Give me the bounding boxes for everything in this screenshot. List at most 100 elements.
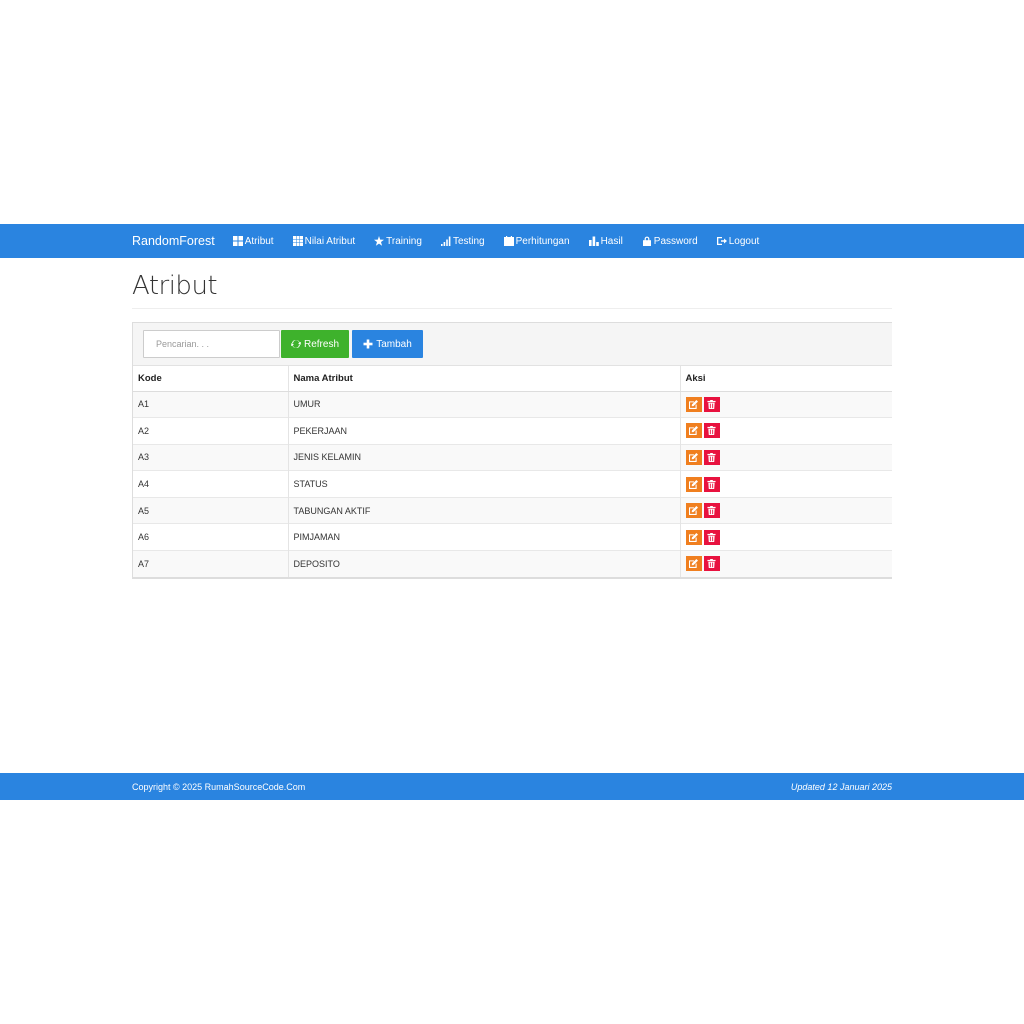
edit-button[interactable]	[685, 529, 702, 545]
trash-icon	[707, 452, 716, 462]
trash-icon	[707, 532, 716, 542]
cell-aksi	[680, 496, 892, 524]
nav-item-label: Password	[653, 235, 698, 247]
nav-item-label: Perhitungan	[515, 235, 570, 247]
footer-updated: Updated 12 Januari 2025	[790, 782, 892, 792]
nav-item-label: Nilai Atribut	[304, 235, 356, 247]
edit-icon	[689, 506, 698, 516]
nav-item-testing[interactable]: Testing	[440, 235, 485, 247]
table-row: A5 TABUNGAN AKTIF	[133, 496, 892, 524]
cell-nama-atribut: PIMJAMAN	[288, 523, 681, 551]
lock-icon	[642, 236, 651, 246]
table-body: A1 UMUR A2 PEKERJAAN A3 JENIS KELAMIN A4 STATUS…	[133, 390, 892, 578]
plus-icon	[363, 339, 373, 349]
logout-icon	[716, 237, 727, 245]
edit-icon	[689, 426, 698, 436]
table-row: A3 JENIS KELAMIN	[133, 443, 892, 471]
add-label: Tambah	[376, 338, 412, 350]
cell-nama-atribut: PEKERJAAN	[288, 417, 681, 445]
edit-icon	[689, 559, 698, 569]
refresh-label: Refresh	[303, 338, 339, 350]
signal-icon	[440, 236, 451, 246]
edit-icon	[689, 452, 698, 462]
edit-button[interactable]	[685, 476, 702, 492]
cell-kode: A5	[133, 496, 289, 524]
table-row: A7 DEPOSITO	[133, 550, 892, 578]
nav-item-logout[interactable]: Logout	[716, 235, 760, 247]
nav-item-label: Logout	[728, 235, 760, 247]
edit-button[interactable]	[685, 449, 702, 465]
table-row: A4 STATUS	[133, 470, 892, 498]
cell-nama-atribut: TABUNGAN AKTIF	[288, 496, 681, 524]
table-row: A1 UMUR	[133, 390, 892, 418]
cell-nama-atribut: DEPOSITO	[288, 550, 681, 578]
refresh-button[interactable]: Refresh	[281, 330, 349, 358]
trash-icon	[707, 399, 716, 409]
search-input[interactable]	[143, 330, 280, 358]
edit-icon	[689, 532, 698, 542]
header-kode: Kode	[133, 366, 289, 392]
cell-kode: A4	[133, 470, 289, 498]
cell-aksi	[680, 443, 892, 471]
add-button[interactable]: Tambah	[352, 330, 423, 358]
cell-nama-atribut: JENIS KELAMIN	[288, 443, 681, 471]
nav-item-hasil[interactable]: Hasil	[588, 235, 623, 247]
cell-kode: A1	[133, 390, 289, 418]
trash-icon	[707, 559, 716, 569]
cell-aksi	[680, 390, 892, 418]
footer-copyright: Copyright © 2025 RumahSourceCode.Com	[132, 782, 306, 792]
trash-icon	[707, 479, 716, 489]
page-title: Atribut	[132, 271, 218, 301]
calendar-icon	[503, 236, 514, 246]
delete-button[interactable]	[703, 449, 720, 465]
edit-button[interactable]	[685, 423, 702, 439]
delete-button[interactable]	[703, 529, 720, 545]
footer: Copyright © 2025 RumahSourceCode.Com Upd…	[0, 773, 1024, 800]
brand-link[interactable]: RandomForest	[132, 234, 215, 248]
header-nama-atribut: Nama Atribut	[288, 366, 681, 392]
edit-icon	[689, 399, 698, 409]
cell-kode: A6	[133, 523, 289, 551]
nav-item-perhitungan[interactable]: Perhitungan	[503, 235, 570, 247]
table-toolbar: Refresh Tambah	[133, 323, 892, 366]
table-icon	[292, 236, 303, 246]
delete-button[interactable]	[703, 476, 720, 492]
delete-button[interactable]	[703, 396, 720, 412]
delete-button[interactable]	[703, 556, 720, 572]
nav-item-label: Hasil	[600, 235, 623, 247]
cell-nama-atribut: STATUS	[288, 470, 681, 498]
title-divider	[132, 308, 892, 309]
top-navbar: RandomForest Atribut Nilai Atribut Train…	[0, 224, 1024, 258]
header-aksi: Aksi	[680, 366, 892, 392]
star-icon	[374, 236, 385, 246]
trash-icon	[707, 426, 716, 436]
delete-button[interactable]	[703, 503, 720, 519]
cell-aksi	[680, 523, 892, 551]
nav-item-password[interactable]: Password	[642, 236, 698, 247]
nav-item-nilai-atribut[interactable]: Nilai Atribut	[292, 235, 356, 247]
cell-kode: A2	[133, 417, 289, 445]
edit-button[interactable]	[685, 503, 702, 519]
trash-icon	[707, 506, 716, 516]
cell-kode: A3	[133, 443, 289, 471]
atribut-panel: Refresh Tambah Kode Nama Atribut Aksi A1…	[132, 322, 892, 579]
table-row: A6 PIMJAMAN	[133, 523, 892, 551]
table-row: A2 PEKERJAAN	[133, 417, 892, 445]
bar-chart-icon	[588, 236, 599, 246]
edit-button[interactable]	[685, 556, 702, 572]
nav-item-atribut[interactable]: Atribut	[232, 235, 274, 247]
nav-item-label: Atribut	[244, 235, 274, 247]
cell-kode: A7	[133, 550, 289, 578]
delete-button[interactable]	[703, 423, 720, 439]
edit-button[interactable]	[685, 396, 702, 412]
edit-icon	[689, 479, 698, 489]
cell-aksi	[680, 470, 892, 498]
grid-icon	[232, 236, 243, 246]
atribut-table: Kode Nama Atribut Aksi A1 UMUR A2 PEKERJAAN…	[133, 366, 892, 578]
cell-aksi	[680, 550, 892, 578]
nav-item-label: Testing	[452, 235, 485, 247]
cell-aksi	[680, 417, 892, 445]
nav-item-label: Training	[386, 235, 422, 247]
nav-item-training[interactable]: Training	[374, 236, 422, 247]
refresh-icon	[290, 339, 301, 349]
